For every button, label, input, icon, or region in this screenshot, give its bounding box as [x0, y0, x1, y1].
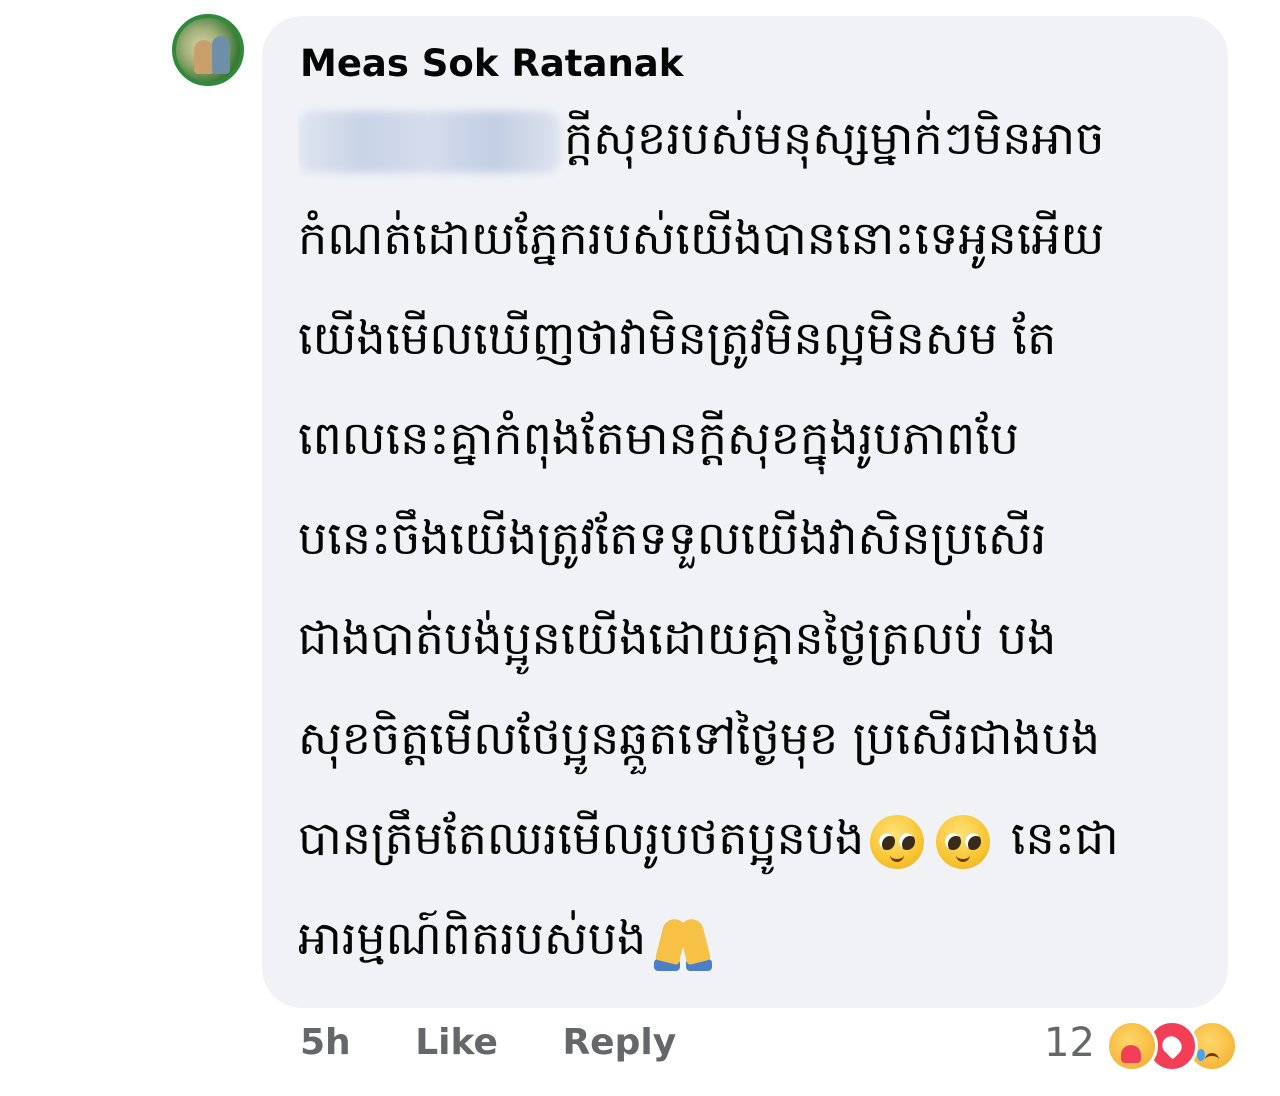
folded-hands-emoji — [652, 913, 714, 971]
comment-text: អារម្មណ៍ពិតរបស់បង — [298, 911, 647, 965]
comment-line-3: យើងមើលឃើញថាវាមិនត្រូវមិនល្អមិនសម តែ — [298, 288, 1198, 388]
comment-text: បនេះចឹងយើងត្រូវតែទទួលយើងវាសិនប្រសើរ — [298, 511, 1047, 565]
comment-author-name[interactable]: Meas Sok Ratanak — [300, 42, 683, 85]
comment-text: នេះជា — [996, 811, 1119, 865]
care-reaction-icon — [1106, 1020, 1158, 1072]
comment-text: ក្តីសុខរបស់មនុស្សម្នាក់ៗមិនអាច — [564, 111, 1105, 165]
comment-text: យើងមើលឃើញថាវាមិនត្រូវមិនល្អមិនសម តែ — [298, 311, 1057, 365]
comment-line-4: ពេលនេះគ្នាកំពុងតែមានក្ដីសុខក្នុងរូបភាពបែ — [298, 388, 1198, 488]
comment-line-1: ក្តីសុខរបស់មនុស្សម្នាក់ៗមិនអាច — [298, 88, 1198, 188]
comment-line-6: ជាងបាត់បង់ប្អូនយើងដោយគ្មានថ្ងៃត្រលប់ បង — [298, 588, 1198, 688]
comment-actions: 5h Like Reply — [300, 1022, 676, 1063]
comment-line-8: បានត្រឹមតែឈរមើលរូបថតប្អូនបង នេះជា — [298, 788, 1198, 888]
avatar-figure-right — [212, 36, 230, 74]
comment-line-2: កំណត់ដោយភ្នែករបស់យើងបាននោះទេអូនអើយ — [298, 188, 1198, 288]
comment-line-7: សុខចិត្តមើលថែប្អូនឆ្កួតទៅថ្ងៃមុខ ប្រសើរជ… — [298, 688, 1198, 788]
reaction-count[interactable]: 12 — [1044, 1020, 1095, 1066]
reply-button[interactable]: Reply — [562, 1022, 676, 1063]
comment-line-9: អារម្មណ៍ពិតរបស់បង — [298, 888, 1198, 988]
pleading-face-emoji — [936, 814, 991, 869]
comment-text: ពេលនេះគ្នាកំពុងតែមានក្ដីសុខក្នុងរូបភាពបែ — [298, 411, 1019, 465]
avatar-figure-left — [194, 40, 214, 74]
comment-text: កំណត់ដោយភ្នែករបស់យើងបាននោះទេអូនអើយ — [298, 211, 1105, 265]
blurred-mention[interactable] — [298, 110, 560, 173]
like-button[interactable]: Like — [415, 1022, 498, 1063]
comment-line-5: បនេះចឹងយើងត្រូវតែទទួលយើងវាសិនប្រសើរ — [298, 488, 1198, 588]
comment-timestamp[interactable]: 5h — [300, 1022, 351, 1063]
comment-text: ជាងបាត់បង់ប្អូនយើងដោយគ្មានថ្ងៃត្រលប់ បង — [298, 611, 1057, 665]
reaction-icons[interactable] — [1106, 1018, 1258, 1072]
avatar[interactable] — [172, 14, 244, 86]
comment-body: ក្តីសុខរបស់មនុស្សម្នាក់ៗមិនអាច កំណត់ដោយភ… — [298, 88, 1198, 988]
pleading-face-emoji — [870, 814, 925, 869]
reactions-summary[interactable]: 12 — [1044, 1018, 1258, 1074]
comment-text: បានត្រឹមតែឈរមើលរូបថតប្អូនបង — [298, 811, 865, 865]
comment-text: សុខចិត្តមើលថែប្អូនឆ្កួតទៅថ្ងៃមុខ ប្រសើរជ… — [298, 711, 1101, 765]
